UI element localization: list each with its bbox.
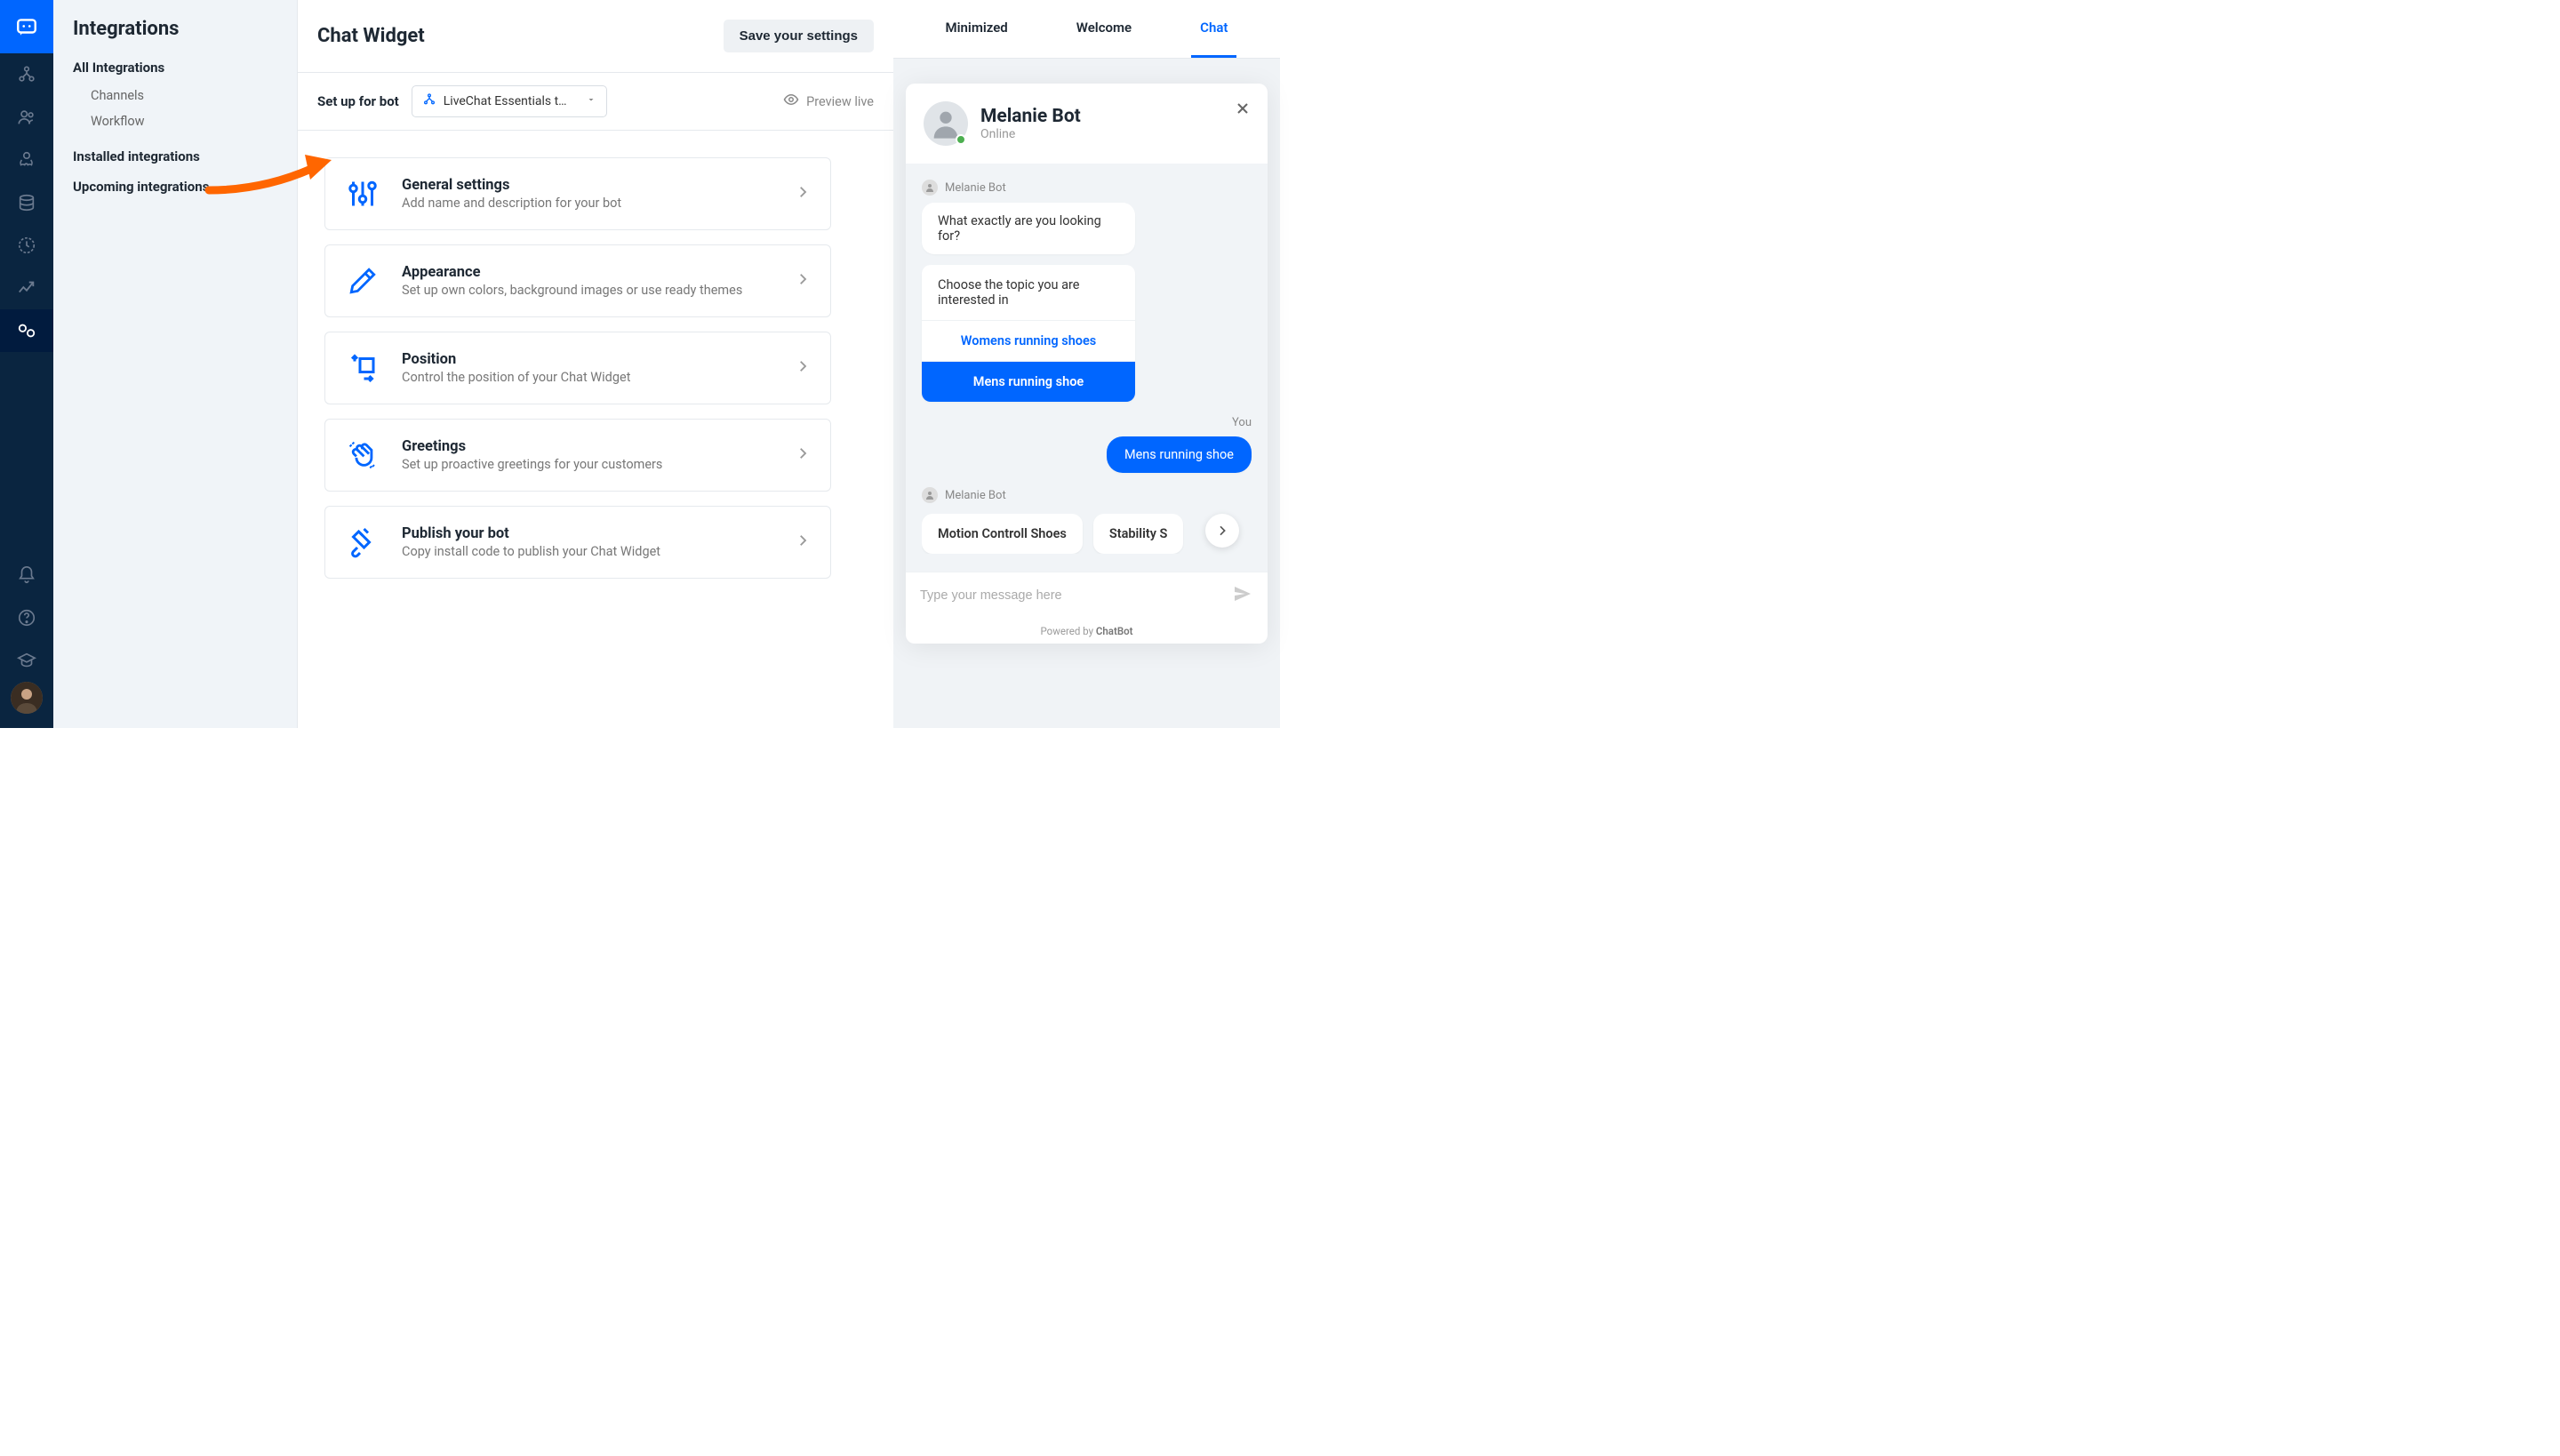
choice-card: Choose the topic you are interested in W…	[922, 265, 1135, 402]
sidebar: Integrations All Integrations Channels W…	[53, 0, 298, 728]
card-title: Appearance	[402, 264, 773, 281]
card-title: Publish your bot	[402, 525, 773, 542]
nav-data-icon[interactable]	[0, 181, 53, 224]
nav-academy-icon[interactable]	[0, 639, 53, 682]
sliders-icon	[345, 176, 380, 212]
bot-icon	[422, 92, 436, 110]
sender-label: Melanie Bot	[922, 180, 1252, 196]
sidebar-title: Integrations	[73, 18, 277, 40]
card-desc: Add name and description for your bot	[402, 196, 773, 211]
sidebar-channels[interactable]: Channels	[73, 83, 277, 108]
nav-integrations-icon[interactable]	[0, 309, 53, 352]
app-logo[interactable]	[0, 0, 53, 53]
card-desc: Control the position of your Chat Widget	[402, 370, 773, 385]
chevron-down-icon	[586, 94, 596, 108]
preview-tabs: Minimized Welcome Chat	[893, 0, 1280, 59]
wave-icon	[345, 437, 380, 473]
choice-womens[interactable]: Womens running shoes	[922, 320, 1135, 361]
sidebar-workflow[interactable]: Workflow	[73, 108, 277, 134]
chevron-right-icon	[795, 184, 811, 204]
tab-welcome[interactable]: Welcome	[1068, 0, 1140, 58]
user-message: Mens running shoe	[1107, 436, 1252, 473]
sidebar-upcoming[interactable]: Upcoming integrations	[73, 179, 277, 195]
card-title: Position	[402, 351, 773, 368]
card-desc: Set up proactive greetings for your cust…	[402, 457, 773, 472]
message-input[interactable]	[920, 588, 1232, 603]
card-desc: Set up own colors, background images or …	[402, 283, 773, 298]
chevron-right-icon	[795, 358, 811, 378]
sender-label-user: You	[922, 416, 1252, 429]
preview-live-text: Preview live	[806, 94, 874, 109]
card-title: General settings	[402, 177, 773, 194]
close-icon[interactable]	[1234, 100, 1252, 121]
setup-label: Set up for bot	[317, 93, 399, 109]
nav-notifications-icon[interactable]	[0, 554, 53, 596]
chat-widget: Melanie Bot Online Melanie Bot What exac…	[906, 84, 1268, 644]
preview-live-link[interactable]: Preview live	[783, 92, 874, 111]
powered-by: Powered by ChatBot	[906, 619, 1268, 644]
bot-message: What exactly are you looking for?	[922, 203, 1135, 254]
card-publish[interactable]: Publish your bot Copy install code to pu…	[324, 506, 831, 579]
widget-bot-name: Melanie Bot	[980, 106, 1081, 127]
nav-rail	[0, 0, 53, 728]
pencil-icon	[345, 263, 380, 299]
card-title: Greetings	[402, 438, 773, 455]
widget-status: Online	[980, 127, 1081, 141]
save-button[interactable]: Save your settings	[724, 20, 874, 52]
card-appearance[interactable]: Appearance Set up own colors, background…	[324, 244, 831, 317]
nav-help-icon[interactable]	[0, 596, 53, 639]
nav-history-icon[interactable]	[0, 224, 53, 267]
card-greetings[interactable]: Greetings Set up proactive greetings for…	[324, 419, 831, 492]
message-input-row	[906, 572, 1268, 619]
carousel-chip[interactable]: Motion Controll Shoes	[922, 514, 1083, 554]
nav-users-icon[interactable]	[0, 96, 53, 139]
sidebar-installed[interactable]: Installed integrations	[73, 148, 277, 164]
bot-name: LiveChat Essentials t…	[444, 94, 579, 108]
bot-selector[interactable]: LiveChat Essentials t…	[412, 85, 607, 117]
choice-prompt: Choose the topic you are interested in	[922, 265, 1135, 320]
tab-minimized[interactable]: Minimized	[937, 0, 1017, 58]
nav-training-icon[interactable]	[0, 139, 53, 181]
sidebar-all-integrations[interactable]: All Integrations	[73, 60, 277, 76]
carousel-next-icon[interactable]	[1205, 514, 1239, 548]
chevron-right-icon	[795, 532, 811, 552]
user-avatar[interactable]	[11, 682, 43, 714]
card-desc: Copy install code to publish your Chat W…	[402, 544, 773, 559]
tab-chat[interactable]: Chat	[1191, 0, 1236, 58]
nav-analytics-icon[interactable]	[0, 267, 53, 309]
page-title: Chat Widget	[317, 25, 425, 47]
send-icon[interactable]	[1232, 583, 1253, 608]
sender-label: Melanie Bot	[922, 487, 1252, 503]
card-position[interactable]: Position Control the position of your Ch…	[324, 332, 831, 404]
preview-panel: Minimized Welcome Chat Melanie Bot Onlin…	[893, 0, 1280, 728]
choice-mens[interactable]: Mens running shoe	[922, 361, 1135, 402]
nav-flows-icon[interactable]	[0, 53, 53, 96]
plug-icon	[345, 524, 380, 560]
chevron-right-icon	[795, 445, 811, 465]
bot-avatar	[924, 101, 968, 146]
eye-icon	[783, 92, 799, 111]
chevron-right-icon	[795, 271, 811, 291]
online-indicator	[956, 134, 966, 145]
card-general-settings[interactable]: General settings Add name and descriptio…	[324, 157, 831, 230]
main-content: Chat Widget Save your settings Set up fo…	[298, 0, 893, 728]
position-icon	[345, 350, 380, 386]
carousel-chip[interactable]: Stability S	[1093, 514, 1184, 554]
